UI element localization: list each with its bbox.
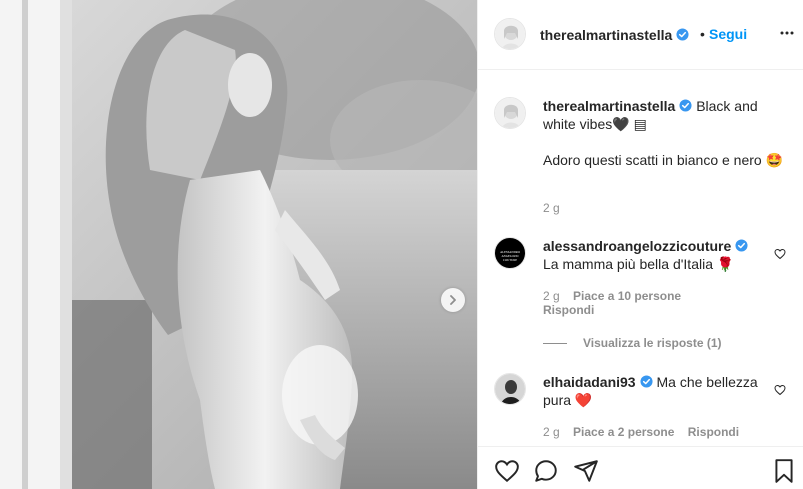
- caption-meta: 2 g: [543, 201, 560, 215]
- share-icon[interactable]: [573, 458, 599, 484]
- replies-divider: [543, 343, 567, 345]
- verified-badge-icon: [679, 99, 692, 112]
- comment-likes[interactable]: Piace a 10 persone: [573, 289, 681, 303]
- author-username[interactable]: therealmartinastella: [540, 27, 689, 43]
- commenter-avatar-image: [495, 374, 525, 404]
- verified-badge-icon: [676, 28, 689, 41]
- comment-age: 2 g: [543, 425, 560, 439]
- commenter-avatar-logo: ALESSANDRO ANGELOZZI COUTURE: [500, 250, 520, 262]
- post-photo[interactable]: [0, 0, 477, 489]
- more-options-icon[interactable]: [779, 25, 795, 41]
- post-image: [0, 0, 477, 489]
- comment-username[interactable]: alessandroangelozzicouture: [543, 238, 731, 254]
- view-replies-label[interactable]: Visualizza le risposte (1): [583, 336, 722, 350]
- comment-meta: 2 g Piace a 10 persone: [543, 289, 681, 303]
- next-photo-button[interactable]: [441, 288, 465, 312]
- post-actions: [478, 446, 803, 489]
- post-panel: therealmartinastella • Segui therealmart…: [477, 0, 803, 489]
- chevron-right-icon: [450, 295, 456, 305]
- verified-badge-icon: [640, 375, 653, 388]
- comment-username[interactable]: elhaidadani93: [543, 374, 636, 390]
- commenter-avatar[interactable]: ALESSANDRO ANGELOZZI COUTURE: [494, 237, 526, 269]
- heart-icon[interactable]: [774, 384, 786, 396]
- author-avatar[interactable]: [494, 18, 526, 50]
- post-caption: therealmartinastella Black and white vib…: [543, 97, 793, 187]
- caption-avatar[interactable]: [494, 97, 526, 129]
- commenter-avatar[interactable]: [494, 373, 526, 405]
- heart-icon[interactable]: [774, 248, 786, 260]
- post-header: therealmartinastella • Segui: [478, 0, 803, 70]
- author-username-text[interactable]: therealmartinastella: [540, 27, 672, 43]
- reply-button[interactable]: Rispondi: [688, 425, 739, 439]
- comment-likes[interactable]: Piace a 2 persone: [573, 425, 674, 439]
- comment-age: 2 g: [543, 289, 560, 303]
- caption-text-2: Adoro questi scatti in bianco e nero 🤩: [543, 152, 784, 168]
- comment-icon[interactable]: [533, 458, 559, 484]
- comment-item: elhaidadani93 Ma che bellezza pura ❤️: [543, 373, 773, 409]
- caption-avatar-image: [495, 98, 525, 128]
- separator-dot: •: [700, 26, 705, 42]
- caption-username[interactable]: therealmartinastella: [543, 98, 675, 114]
- caption-age: 2 g: [543, 201, 560, 215]
- reply-button[interactable]: Rispondi: [543, 303, 594, 317]
- comment-item: alessandroangelozzicouture La mamma più …: [543, 237, 773, 273]
- view-replies-button[interactable]: Visualizza le risposte (1): [543, 336, 722, 350]
- author-avatar-image: [495, 19, 525, 49]
- save-icon[interactable]: [771, 458, 797, 484]
- comment-text: La mamma più bella d'Italia 🌹: [543, 256, 735, 272]
- comment-meta: 2 g Piace a 2 persone Rispondi: [543, 425, 739, 439]
- verified-badge-icon: [735, 239, 748, 252]
- follow-button[interactable]: Segui: [709, 26, 747, 42]
- comment-reply-row: Rispondi: [543, 303, 594, 317]
- heart-icon[interactable]: [494, 458, 520, 484]
